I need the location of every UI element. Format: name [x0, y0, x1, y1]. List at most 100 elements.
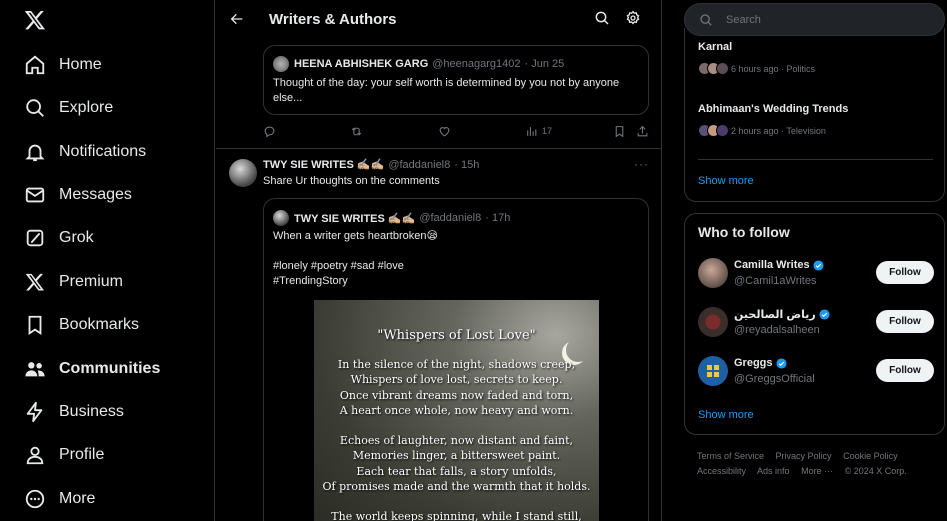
- nav-grok[interactable]: Grok: [22, 221, 94, 255]
- account-handle: @reyadalsalheen: [734, 324, 820, 336]
- reply-icon[interactable]: [263, 123, 276, 139]
- author-name[interactable]: TWY SIE WRITES ✍🏼✍🏼: [263, 158, 384, 171]
- copyright: © 2024 X Corp.: [844, 466, 907, 476]
- account-handle: @GreggsOfficial: [734, 373, 815, 385]
- post-date: · Jun 25: [524, 58, 565, 70]
- like-icon[interactable]: [438, 123, 451, 139]
- views-icon[interactable]: 17: [525, 123, 552, 139]
- search-icon: [22, 95, 48, 121]
- nav-messages-label: Messages: [59, 186, 132, 203]
- footer-link[interactable]: More ···: [801, 466, 833, 476]
- x-logo-icon: [22, 269, 48, 295]
- nav-home-label: Home: [59, 56, 102, 73]
- nav-premium-label: Premium: [59, 273, 124, 290]
- account-name: Camilla Writes: [734, 259, 824, 271]
- search-icon[interactable]: [594, 10, 612, 28]
- who-to-follow-title: Who to follow: [698, 224, 790, 240]
- nav-more[interactable]: More: [22, 482, 95, 516]
- nav-explore[interactable]: Explore: [22, 91, 113, 125]
- follow-suggestion[interactable]: Camilla Writes @Camil1aWrites Follow: [698, 258, 938, 292]
- nav-business[interactable]: Business: [22, 395, 124, 429]
- share-icon[interactable]: [636, 123, 649, 139]
- author-handle: @faddaniel8: [419, 212, 482, 224]
- views-count: 17: [542, 126, 553, 136]
- trend-title[interactable]: Abhimaan's Wedding Trends: [698, 103, 848, 115]
- quoted-post[interactable]: HEENA ABHISHEK GARG @heenagarg1402 · Jun…: [263, 45, 649, 115]
- post-header: TWY SIE WRITES ✍🏼✍🏼 @faddaniel8 · 15h: [263, 158, 480, 172]
- page-title: Writers & Authors: [269, 11, 397, 28]
- footer-link[interactable]: Ads info: [757, 466, 790, 476]
- nav-more-label: More: [59, 490, 96, 507]
- nav-explore-label: Explore: [59, 99, 114, 116]
- left-sidebar: Home Explore Notifications Messages Grok…: [0, 0, 215, 521]
- nav-premium[interactable]: Premium: [22, 265, 123, 299]
- nav-communities[interactable]: Communities: [22, 352, 160, 386]
- footer-link[interactable]: Terms of Service: [697, 451, 764, 461]
- account-name-text: رياض الصالحين: [734, 309, 816, 321]
- poem-line: Whispers of love lost, secrets to keep.: [350, 373, 563, 386]
- avatar[interactable]: [229, 159, 257, 187]
- verified-badge-icon: [775, 357, 787, 369]
- account-name-text: Camilla Writes: [734, 259, 810, 271]
- trends-card: Karnal 6 hours ago · Politics Abhimaan's…: [684, 28, 945, 202]
- envelope-icon: [22, 182, 48, 208]
- trend-meta: 2 hours ago · Television: [698, 124, 826, 137]
- gear-icon[interactable]: [625, 10, 643, 28]
- avatar: [698, 307, 728, 337]
- divider: [216, 148, 661, 149]
- nav-messages[interactable]: Messages: [22, 178, 132, 212]
- post-time: · 15h: [454, 158, 480, 171]
- nav-notifications[interactable]: Notifications: [22, 135, 146, 169]
- bell-icon: [22, 139, 48, 165]
- nav-bookmarks[interactable]: Bookmarks: [22, 308, 139, 342]
- footer-link[interactable]: Accessibility: [697, 466, 746, 476]
- footer-link[interactable]: Cookie Policy: [843, 451, 898, 461]
- nav-profile[interactable]: Profile: [22, 438, 104, 472]
- bookmark-icon[interactable]: [613, 123, 626, 139]
- show-more-link[interactable]: Show more: [698, 175, 754, 187]
- poem-line: Memories linger, a bittersweet paint.: [352, 449, 561, 462]
- follow-button[interactable]: Follow: [876, 359, 934, 382]
- community-timeline: Writers & Authors HEENA ABHISHEK GARG @h…: [216, 0, 662, 521]
- repost-icon[interactable]: [350, 123, 363, 139]
- verified-badge-icon: [813, 259, 824, 271]
- author-name: HEENA ABHISHEK GARG: [294, 58, 429, 70]
- search-box[interactable]: [684, 3, 945, 36]
- quoted-post-text: Thought of the day: your self worth is d…: [273, 77, 620, 104]
- quoted-post-text: When a writer gets heartbroken😪 #lonely …: [273, 230, 438, 287]
- footer-link[interactable]: Privacy Policy: [776, 451, 832, 461]
- who-to-follow-card: Who to follow Camilla Writes @Camil1aWri…: [684, 213, 945, 435]
- trend-title[interactable]: Karnal: [698, 41, 732, 53]
- avatar: [273, 210, 289, 226]
- footer-links: Terms of Service Privacy Policy Cookie P…: [697, 449, 937, 479]
- nav-grok-label: Grok: [59, 229, 94, 246]
- people-icon: [22, 356, 48, 382]
- x-logo-icon[interactable]: [24, 9, 46, 31]
- follow-button[interactable]: Follow: [876, 261, 934, 284]
- show-more-link[interactable]: Show more: [698, 409, 754, 421]
- follow-button[interactable]: Follow: [876, 310, 934, 333]
- post-actions: 17: [263, 123, 648, 139]
- divider: [698, 159, 933, 160]
- avatar-stack: [698, 124, 729, 137]
- poem-line: The world keeps spinning, while I stand …: [331, 510, 582, 521]
- more-options-icon[interactable]: ···: [634, 157, 649, 171]
- nav-business-label: Business: [59, 403, 124, 420]
- poem-line: Echoes of laughter, now distant and fain…: [339, 434, 574, 447]
- follow-suggestion[interactable]: Greggs @GreggsOfficial Follow: [698, 356, 938, 390]
- verified-badge-icon: [819, 309, 830, 320]
- app-root: Home Explore Notifications Messages Grok…: [0, 0, 947, 521]
- bookmark-icon: [22, 312, 48, 338]
- search-input[interactable]: [726, 12, 926, 28]
- poem-line: Once vibrant dreams now faded and torn,: [339, 389, 574, 402]
- post-time: · 17h: [485, 212, 511, 224]
- poem-image[interactable]: "Whispers of Lost Love" In the silence o…: [314, 300, 599, 521]
- home-icon: [22, 52, 48, 78]
- nav-home[interactable]: Home: [22, 48, 102, 82]
- author-handle[interactable]: @faddaniel8: [388, 159, 450, 171]
- poem-line: A heart once whole, now heavy and worn.: [339, 404, 574, 417]
- poem-title: "Whispers of Lost Love": [377, 328, 536, 343]
- follow-suggestion[interactable]: رياض الصالحين @reyadalsalheen Follow: [698, 307, 938, 341]
- back-arrow-icon[interactable]: [226, 8, 248, 30]
- quoted-post-header: TWY SIE WRITES ✍🏼✍🏼 @faddaniel8 · 17h: [273, 210, 510, 226]
